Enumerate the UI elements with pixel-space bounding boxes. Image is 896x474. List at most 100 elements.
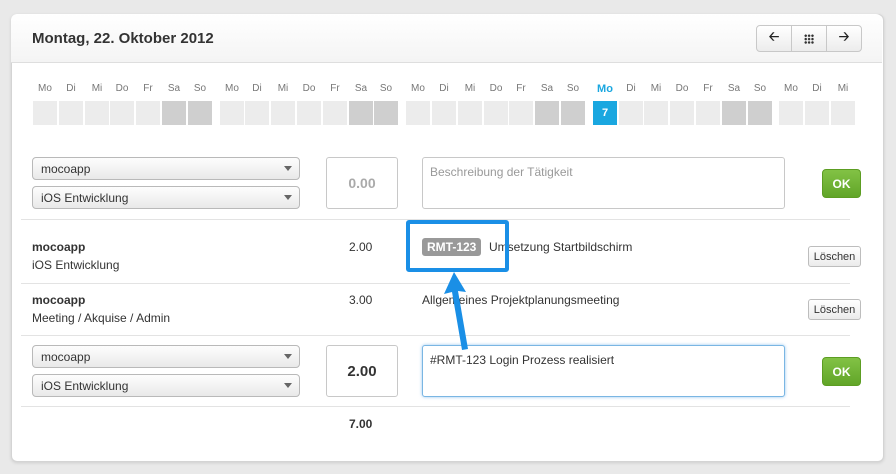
weekday-label: Sa	[540, 83, 554, 94]
project-select[interactable]: mocoapp	[32, 345, 300, 368]
description-input[interactable]: #RMT-123 Login Prozess realisiert	[422, 345, 785, 397]
weekday-label: Di	[812, 83, 822, 94]
entry-hours: 3.00	[349, 293, 373, 307]
weekday-label: Mo	[784, 83, 798, 94]
project-select-value: mocoapp	[41, 349, 91, 364]
arrow-right-icon: 🡢	[838, 28, 850, 44]
day-cell[interactable]	[748, 101, 772, 125]
day-cell[interactable]	[484, 101, 508, 125]
chevron-down-icon	[284, 195, 292, 200]
total-hours: 7.00	[349, 417, 373, 431]
weekday-label: So	[753, 83, 767, 94]
day-cell[interactable]	[696, 101, 720, 125]
entry-project: mocoapp	[32, 293, 86, 307]
weekday-label: So	[566, 83, 580, 94]
day-cell[interactable]	[271, 101, 295, 125]
ok-button[interactable]: OK	[822, 169, 861, 198]
weekday-label: Di	[66, 83, 76, 94]
weekday-label: Di	[626, 83, 636, 94]
project-select[interactable]: mocoapp	[32, 157, 300, 180]
pointer-arrow-icon	[444, 272, 468, 350]
weekday-label: Mi	[277, 83, 289, 94]
arrow-left-icon: 🡠	[768, 28, 780, 44]
weekday-label: Sa	[167, 83, 181, 94]
entry-task: Meeting / Akquise / Admin	[32, 311, 171, 325]
day-cell[interactable]	[805, 101, 829, 125]
ok-button[interactable]: OK	[822, 357, 861, 386]
day-cell[interactable]	[349, 101, 373, 125]
divider	[21, 406, 850, 407]
description-input[interactable]: Beschreibung der Tätigkeit	[422, 157, 785, 209]
delete-button[interactable]: Löschen	[808, 299, 861, 320]
page-title: Montag, 22. Oktober 2012	[32, 30, 214, 47]
day-cell[interactable]	[644, 101, 668, 125]
day-cell[interactable]	[432, 101, 456, 125]
chevron-down-icon	[284, 354, 292, 359]
entry-project: mocoapp	[32, 240, 86, 254]
weekday-label: Mi	[464, 83, 476, 94]
weekday-label: Mi	[650, 83, 662, 94]
day-cell[interactable]	[670, 101, 694, 125]
day-cell[interactable]	[220, 101, 244, 125]
panel-header: Montag, 22. Oktober 2012 🡠 🡢	[11, 14, 882, 63]
weekday-label: Di	[439, 83, 449, 94]
day-cell[interactable]	[779, 101, 803, 125]
day-cell[interactable]	[323, 101, 347, 125]
day-cell[interactable]	[162, 101, 186, 125]
day-cell[interactable]	[33, 101, 57, 125]
entry-description: Umsetzung Startbildschirm	[489, 240, 633, 254]
day-cell[interactable]	[535, 101, 559, 125]
weekday-label: Do	[489, 83, 503, 94]
weekday-label: Mo	[597, 83, 613, 95]
project-select-value: mocoapp	[41, 161, 91, 176]
delete-button[interactable]: Löschen	[808, 246, 861, 267]
day-cell[interactable]	[85, 101, 109, 125]
day-cell[interactable]	[561, 101, 585, 125]
weekday-label: Mi	[837, 83, 849, 94]
weekday-label: Fr	[516, 83, 526, 94]
day-cell[interactable]	[59, 101, 83, 125]
day-cell[interactable]	[722, 101, 746, 125]
chevron-down-icon	[284, 166, 292, 171]
weekday-label: Do	[302, 83, 316, 94]
task-select-value: iOS Entwicklung	[41, 378, 129, 393]
day-cell[interactable]	[458, 101, 482, 125]
divider	[21, 335, 850, 336]
chevron-down-icon	[284, 383, 292, 388]
day-cell[interactable]	[110, 101, 134, 125]
weekday-label: Sa	[727, 83, 741, 94]
day-cell[interactable]	[297, 101, 321, 125]
next-day-button[interactable]: 🡢	[827, 26, 861, 51]
highlight-box	[406, 220, 509, 272]
weekday-label: Mo	[225, 83, 239, 94]
day-cell[interactable]	[188, 101, 212, 125]
grid-icon	[804, 33, 814, 44]
hours-input[interactable]: 2.00	[326, 345, 398, 397]
task-select[interactable]: iOS Entwicklung	[32, 186, 300, 209]
weekday-label: So	[193, 83, 207, 94]
task-select[interactable]: iOS Entwicklung	[32, 374, 300, 397]
entry-hours: 2.00	[349, 240, 373, 254]
calendar-grid-button[interactable]	[792, 26, 827, 51]
day-cell[interactable]	[619, 101, 643, 125]
day-cell[interactable]	[406, 101, 430, 125]
day-cell[interactable]	[509, 101, 533, 125]
weekday-label: Mo	[411, 83, 425, 94]
prev-day-button[interactable]: 🡠	[757, 26, 792, 51]
task-select-value: iOS Entwicklung	[41, 190, 129, 205]
day-cell[interactable]	[245, 101, 269, 125]
weekday-label: Do	[675, 83, 689, 94]
date-navigation: 🡠 🡢	[756, 25, 862, 52]
weekday-label: Fr	[330, 83, 340, 94]
weekday-label: Mo	[38, 83, 52, 94]
day-cell[interactable]	[831, 101, 855, 125]
hours-input[interactable]: 0.00	[326, 157, 398, 209]
day-cell[interactable]	[136, 101, 160, 125]
day-cell[interactable]	[374, 101, 398, 125]
divider	[21, 283, 850, 284]
weekday-label: Fr	[143, 83, 153, 94]
weekday-label: Di	[252, 83, 262, 94]
day-cell-today[interactable]: 7	[593, 101, 617, 125]
entry-task: iOS Entwicklung	[32, 258, 120, 272]
weekday-label: Fr	[703, 83, 713, 94]
